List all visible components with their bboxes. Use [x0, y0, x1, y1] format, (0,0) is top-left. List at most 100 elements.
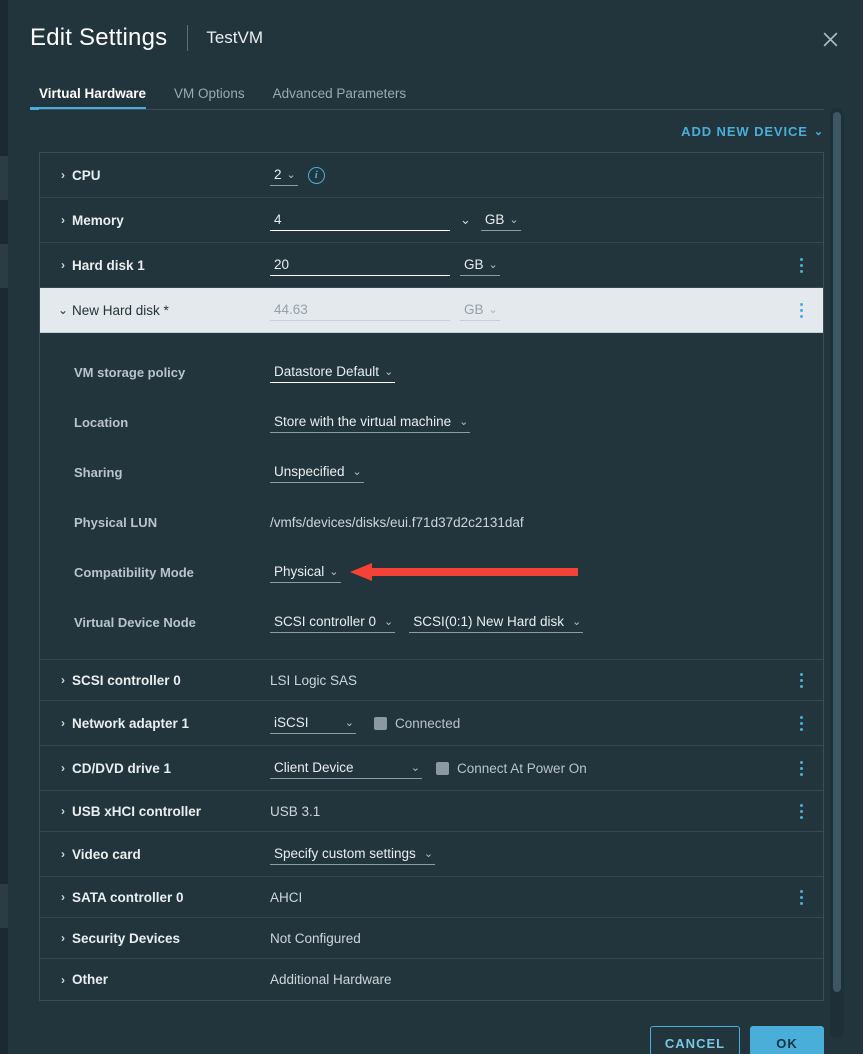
close-icon[interactable] — [817, 26, 843, 52]
device-value: Specify custom settings ⌄ — [270, 844, 823, 865]
network-adapter-1-select[interactable]: iSCSI ⌄ — [270, 713, 356, 734]
device-row-memory[interactable]: › Memory 4 ⌄ GB ⌄ — [40, 198, 823, 243]
device-row-usb-xhci-controller[interactable]: › USB xHCI controller USB 3.1 — [40, 791, 823, 832]
edit-settings-dialog: Edit Settings TestVM Virtual Hardware VM… — [8, 0, 863, 1054]
chevron-right-icon[interactable]: › — [56, 890, 70, 904]
video-card-select[interactable]: Specify custom settings ⌄ — [270, 844, 436, 865]
device-row-video-card[interactable]: › Video card Specify custom settings ⌄ — [40, 832, 823, 877]
memory-size-input[interactable]: 4 — [270, 210, 450, 231]
chevron-right-icon[interactable]: › — [56, 804, 70, 818]
detail-row-sharing: Sharing Unspecified ⌄ — [40, 447, 823, 497]
cpu-count-value: 2 — [274, 166, 282, 182]
row-menu-icon[interactable] — [793, 256, 809, 274]
chevron-right-icon[interactable]: › — [56, 258, 70, 272]
info-icon[interactable]: i — [307, 166, 325, 184]
device-row-network-adapter-1[interactable]: › Network adapter 1 iSCSI ⌄ Connected — [40, 701, 823, 746]
hard-disk-1-unit-select[interactable]: GB ⌄ — [460, 255, 500, 276]
device-name: SCSI controller 0 — [72, 672, 181, 688]
new-hard-disk-size-input[interactable]: 44.63 — [270, 300, 450, 321]
chevron-down-icon[interactable]: ⌄ — [460, 212, 471, 228]
chevron-right-icon[interactable]: › — [56, 716, 70, 730]
chevron-down-icon: ⌄ — [384, 365, 394, 378]
ok-button[interactable]: OK — [750, 1025, 824, 1054]
detail-label: Virtual Device Node — [74, 614, 196, 630]
device-label: › Network adapter 1 — [56, 716, 270, 731]
device-name: Network adapter 1 — [72, 715, 190, 731]
vm-storage-policy-select[interactable]: Datastore Default ⌄ — [270, 362, 396, 383]
chevron-right-icon[interactable]: › — [56, 673, 70, 687]
chevron-down-icon: ⌄ — [488, 258, 498, 271]
hard-disk-1-unit-value: GB — [464, 256, 484, 272]
chevron-down-icon[interactable]: ⌄ — [56, 303, 70, 317]
location-select[interactable]: Store with the virtual machine ⌄ — [270, 412, 471, 433]
detail-label: Compatibility Mode — [74, 564, 194, 580]
network-adapter-1-connected-checkbox[interactable] — [374, 716, 387, 730]
chevron-right-icon[interactable]: › — [56, 847, 70, 861]
device-row-security-devices[interactable]: › Security Devices Not Configured — [40, 918, 823, 959]
add-new-device-button[interactable]: ADD NEW DEVICE ⌄ — [681, 124, 824, 139]
tab-virtual-hardware[interactable]: Virtual Hardware — [30, 86, 160, 110]
tab-vm-options[interactable]: VM Options — [160, 86, 259, 110]
device-row-new-hard-disk[interactable]: ⌄ New Hard disk * 44.63 GB ⌄ — [40, 288, 823, 333]
sharing-select[interactable]: Unspecified ⌄ — [270, 462, 364, 483]
tab-underline-rule — [39, 109, 824, 110]
memory-unit-select[interactable]: GB ⌄ — [480, 210, 521, 231]
usb-xhci-controller-value: USB 3.1 — [270, 803, 321, 819]
tab-label: Virtual Hardware — [39, 86, 147, 101]
cpu-count-select[interactable]: 2 ⌄ — [270, 165, 298, 186]
chevron-right-icon[interactable]: › — [56, 761, 70, 775]
detail-label: Location — [74, 414, 129, 430]
chevron-down-icon: ⌄ — [329, 565, 339, 578]
device-value: LSI Logic SAS — [270, 673, 823, 688]
tab-label: VM Options — [174, 86, 245, 101]
cancel-button[interactable]: CANCEL — [650, 1025, 740, 1054]
new-hard-disk-unit-value: GB — [464, 301, 484, 317]
device-row-hard-disk-1[interactable]: › Hard disk 1 20 GB ⌄ — [40, 243, 823, 288]
chevron-down-icon: ⌄ — [423, 847, 434, 860]
security-devices-value: Not Configured — [270, 930, 361, 946]
row-menu-icon[interactable] — [793, 888, 809, 906]
scrollbar-track[interactable] — [830, 108, 844, 1038]
device-name: Other — [72, 972, 109, 987]
chevron-right-icon[interactable]: › — [56, 213, 70, 227]
detail-row-physical-lun: Physical LUN /vmfs/devices/disks/eui.f71… — [40, 497, 823, 547]
compatibility-mode-select[interactable]: Physical ⌄ — [270, 562, 341, 583]
detail-value: Datastore Default ⌄ — [270, 362, 823, 383]
vm-name: TestVM — [206, 28, 264, 47]
dialog-header: Edit Settings TestVM — [8, 0, 863, 76]
device-name: New Hard disk * — [72, 302, 169, 318]
memory-unit-value: GB — [484, 211, 505, 227]
other-value: Additional Hardware — [270, 972, 392, 987]
device-row-scsi-controller-0[interactable]: › SCSI controller 0 LSI Logic SAS — [40, 660, 823, 701]
device-name: CPU — [72, 167, 101, 183]
network-adapter-1-value: iSCSI — [274, 714, 309, 730]
device-row-other[interactable]: › Other Additional Hardware — [40, 959, 823, 1000]
hard-disk-1-size-input[interactable]: 20 — [270, 255, 450, 276]
device-label: › SATA controller 0 — [56, 890, 270, 905]
device-row-cd-dvd-drive-1[interactable]: › CD/DVD drive 1 Client Device ⌄ Connect… — [40, 746, 823, 791]
tab-advanced-parameters[interactable]: Advanced Parameters — [259, 86, 421, 110]
virtual-device-node-controller-select[interactable]: SCSI controller 0 ⌄ — [270, 612, 396, 633]
row-menu-icon[interactable] — [793, 301, 809, 319]
row-menu-icon[interactable] — [793, 759, 809, 777]
sata-controller-0-value: AHCI — [270, 889, 303, 905]
virtual-device-node-select[interactable]: SCSI(0:1) New Hard disk ⌄ — [409, 612, 584, 633]
device-name: Memory — [72, 212, 124, 228]
device-row-sata-controller-0[interactable]: › SATA controller 0 AHCI — [40, 877, 823, 918]
cd-dvd-drive-1-connect-checkbox[interactable] — [436, 761, 449, 775]
scrollbar-thumb[interactable] — [833, 112, 841, 992]
chevron-right-icon[interactable]: › — [56, 931, 70, 945]
device-value: 20 GB ⌄ — [270, 255, 823, 276]
device-row-cpu[interactable]: › CPU 2 ⌄ i — [40, 153, 823, 198]
row-menu-icon[interactable] — [793, 802, 809, 820]
chevron-down-icon: ⌄ — [352, 465, 362, 478]
cd-dvd-drive-1-select[interactable]: Client Device ⌄ — [270, 758, 422, 779]
detail-row-location: Location Store with the virtual machine … — [40, 397, 823, 447]
row-menu-icon[interactable] — [793, 714, 809, 732]
row-menu-icon[interactable] — [793, 671, 809, 689]
new-hard-disk-unit-select[interactable]: GB ⌄ — [460, 300, 500, 321]
device-label: › USB xHCI controller — [56, 804, 270, 819]
chevron-right-icon[interactable]: › — [56, 168, 70, 182]
chevron-down-icon: ⌄ — [813, 125, 824, 138]
chevron-right-icon[interactable]: › — [56, 973, 70, 987]
